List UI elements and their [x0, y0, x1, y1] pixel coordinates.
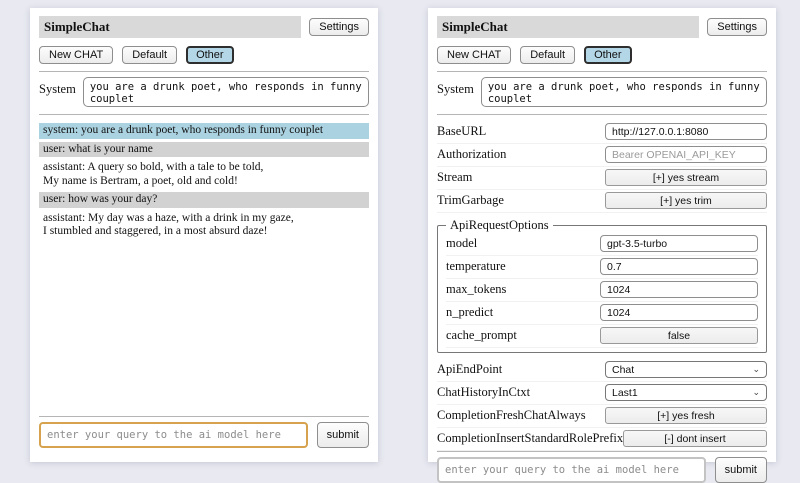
settings-button[interactable]: Settings	[707, 18, 767, 36]
chat-session-panel: SimpleChat Settings New CHAT Default Oth…	[30, 8, 378, 462]
divider	[39, 416, 369, 417]
completion-insert-role-prefix-toggle-button[interactable]: [-] dont insert	[623, 430, 767, 447]
chat-message-list: system: you are a drunk poet, who respon…	[39, 123, 369, 243]
session-tab-other[interactable]: Other	[584, 46, 632, 64]
setting-row-temperature: temperature	[446, 256, 758, 279]
setting-label: model	[446, 236, 600, 251]
api-request-options-fieldset: ApiRequestOptions model temperature max_…	[437, 218, 767, 353]
app-title: SimpleChat	[39, 16, 301, 38]
setting-label: Authorization	[437, 147, 605, 162]
query-input[interactable]	[437, 457, 706, 483]
authorization-input[interactable]	[605, 146, 767, 163]
setting-row-baseurl: BaseURL	[437, 121, 767, 144]
setting-label: CompletionFreshChatAlways	[437, 408, 605, 423]
session-tab-other[interactable]: Other	[186, 46, 234, 64]
query-input[interactable]	[39, 422, 308, 448]
setting-label: Stream	[437, 170, 605, 185]
setting-label: CompletionInsertStandardRolePrefix	[437, 431, 623, 446]
setting-row-model: model	[446, 233, 758, 256]
setting-row-completioninsertstandardroleprefix: CompletionInsertStandardRolePrefix [-] d…	[437, 428, 767, 451]
chevron-down-icon: ⌄	[752, 388, 760, 397]
divider	[437, 451, 767, 452]
new-chat-button[interactable]: New CHAT	[437, 46, 511, 64]
system-prompt-label: System	[39, 77, 76, 97]
session-toolbar: New CHAT Default Other	[39, 46, 369, 64]
max-tokens-input[interactable]	[600, 281, 758, 298]
setting-label: n_predict	[446, 305, 600, 320]
completion-fresh-chat-toggle-button[interactable]: [+] yes fresh	[605, 407, 767, 424]
fieldset-legend: ApiRequestOptions	[446, 218, 553, 233]
setting-label: cache_prompt	[446, 328, 600, 343]
system-prompt-row: System you are a drunk poet, who respond…	[437, 77, 767, 107]
chat-message-system: system: you are a drunk poet, who respon…	[39, 123, 369, 139]
setting-row-stream: Stream [+] yes stream	[437, 167, 767, 190]
system-prompt-label: System	[437, 77, 474, 97]
apiendpoint-select[interactable]: Chat ⌄	[605, 361, 767, 378]
header-row: SimpleChat Settings	[39, 16, 369, 38]
setting-label: ApiEndPoint	[437, 362, 605, 377]
baseurl-input[interactable]	[605, 123, 767, 140]
divider	[437, 114, 767, 115]
session-tab-default[interactable]: Default	[520, 46, 575, 64]
app-title: SimpleChat	[437, 16, 699, 38]
trimgarbage-toggle-button[interactable]: [+] yes trim	[605, 192, 767, 209]
setting-label: max_tokens	[446, 282, 600, 297]
session-tab-default[interactable]: Default	[122, 46, 177, 64]
query-row: submit	[437, 457, 767, 483]
divider	[39, 114, 369, 115]
setting-row-authorization: Authorization	[437, 144, 767, 167]
session-toolbar: New CHAT Default Other	[437, 46, 767, 64]
setting-row-n-predict: n_predict	[446, 302, 758, 325]
setting-label: TrimGarbage	[437, 193, 605, 208]
submit-button[interactable]: submit	[317, 422, 369, 448]
new-chat-button[interactable]: New CHAT	[39, 46, 113, 64]
setting-row-trimgarbage: TrimGarbage [+] yes trim	[437, 190, 767, 213]
n-predict-input[interactable]	[600, 304, 758, 321]
divider	[39, 71, 369, 72]
header-row: SimpleChat Settings	[437, 16, 767, 38]
divider	[437, 71, 767, 72]
settings-panel: SimpleChat Settings New CHAT Default Oth…	[428, 8, 776, 462]
selected-option: Last1	[612, 387, 638, 399]
system-prompt-input[interactable]: you are a drunk poet, who responds in fu…	[83, 77, 369, 107]
setting-row-cache-prompt: cache_prompt false	[446, 325, 758, 348]
query-row: submit	[39, 422, 369, 448]
temperature-input[interactable]	[600, 258, 758, 275]
settings-button[interactable]: Settings	[309, 18, 369, 36]
setting-label: ChatHistoryInCtxt	[437, 385, 605, 400]
chat-message-user: user: how was your day?	[39, 192, 369, 208]
chathistoryinctxt-select[interactable]: Last1 ⌄	[605, 384, 767, 401]
settings-form: BaseURL Authorization Stream [+] yes str…	[437, 121, 767, 451]
chevron-down-icon: ⌄	[752, 365, 760, 374]
model-input[interactable]	[600, 235, 758, 252]
setting-row-chathistoryinctxt: ChatHistoryInCtxt Last1 ⌄	[437, 382, 767, 405]
setting-label: BaseURL	[437, 124, 605, 139]
chat-message-assistant: assistant: A query so bold, with a tale …	[39, 160, 369, 189]
cache-prompt-toggle-button[interactable]: false	[600, 327, 758, 344]
submit-button[interactable]: submit	[715, 457, 767, 483]
setting-row-max-tokens: max_tokens	[446, 279, 758, 302]
chat-message-assistant: assistant: My day was a haze, with a dri…	[39, 211, 369, 240]
stream-toggle-button[interactable]: [+] yes stream	[605, 169, 767, 186]
chat-message-user: user: what is your name	[39, 142, 369, 158]
selected-option: Chat	[612, 364, 634, 376]
setting-label: temperature	[446, 259, 600, 274]
system-prompt-input[interactable]: you are a drunk poet, who responds in fu…	[481, 77, 767, 107]
system-prompt-row: System you are a drunk poet, who respond…	[39, 77, 369, 107]
setting-row-apiendpoint: ApiEndPoint Chat ⌄	[437, 359, 767, 382]
setting-row-completionfreshchatalways: CompletionFreshChatAlways [+] yes fresh	[437, 405, 767, 428]
